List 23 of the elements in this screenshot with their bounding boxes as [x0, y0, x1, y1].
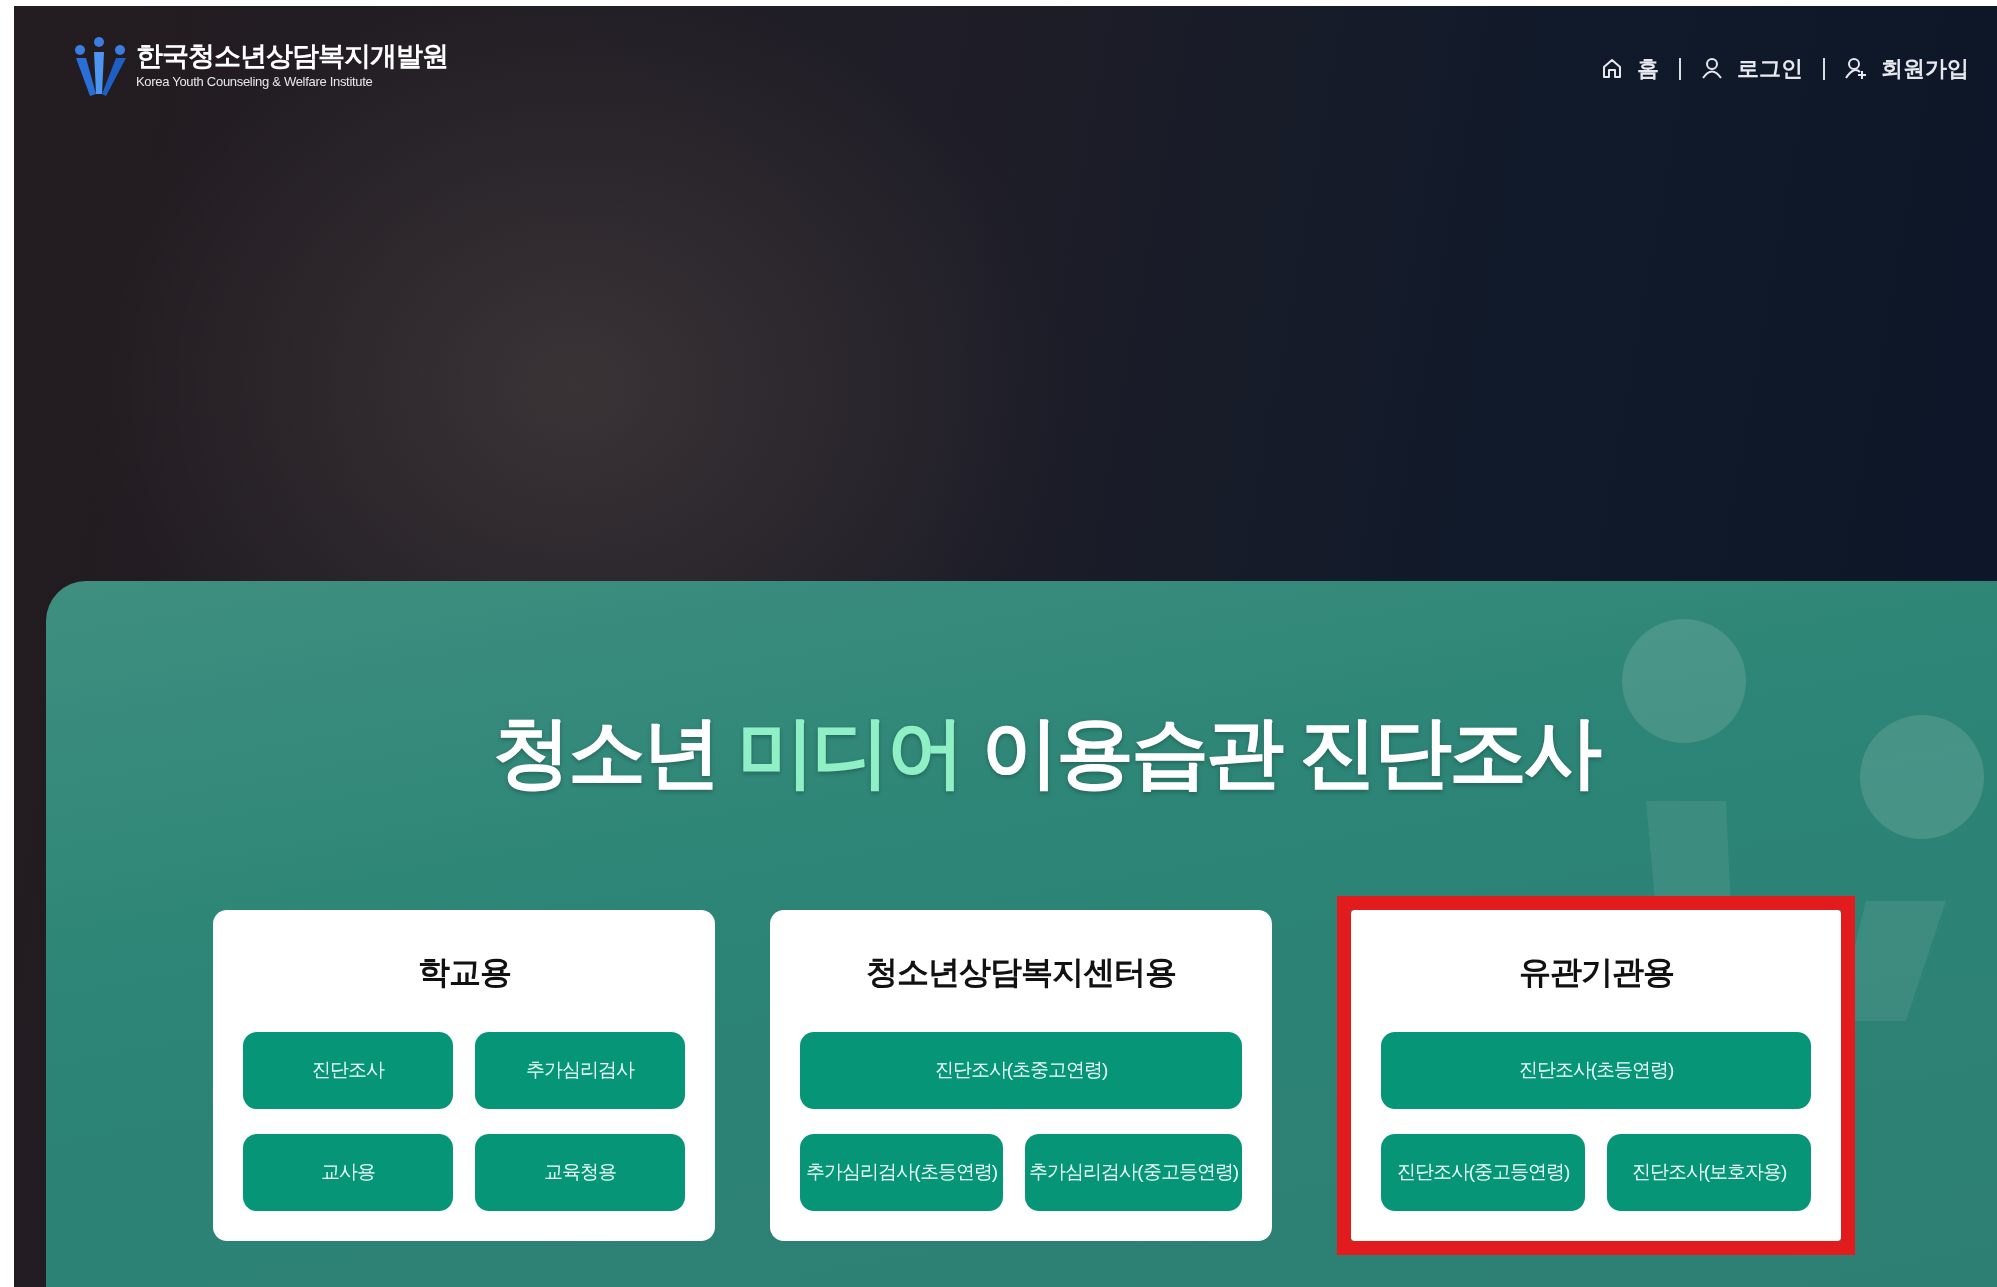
logo-icon: [72, 36, 128, 98]
survey-button[interactable]: 교육청용: [475, 1133, 685, 1211]
card-title: 유관기관용: [1517, 952, 1675, 992]
survey-button[interactable]: 추가심리검사(초등연령): [800, 1133, 1004, 1211]
survey-button[interactable]: 교사용: [243, 1133, 453, 1211]
nav-link[interactable]: 회원가입: [1845, 52, 1969, 85]
survey-button[interactable]: 진단조사: [243, 1031, 453, 1109]
survey-button[interactable]: 진단조사(초등연령): [1381, 1031, 1811, 1109]
logo-subtitle: Korea Youth Counseling & Welfare Institute: [136, 73, 374, 92]
logo-name: 한국청소년상담복지개발원: [136, 42, 448, 73]
user-add-icon: [1845, 57, 1867, 80]
nav-link[interactable]: 홈: [1601, 52, 1659, 85]
card-title: 학교용: [416, 952, 512, 992]
survey-button[interactable]: 진단조사(초중고연령): [800, 1031, 1242, 1109]
card-title: 청소년상담복지센터용: [865, 952, 1177, 992]
survey-button[interactable]: 추가심리검사(중고등연령): [1025, 1133, 1242, 1211]
home-icon: [1601, 57, 1623, 80]
page-title: 청소년 미디어 이용습관 진단조사: [492, 707, 1601, 798]
survey-button[interactable]: 진단조사(중고등연령): [1381, 1133, 1585, 1211]
survey-button[interactable]: 진단조사(보호자용): [1607, 1133, 1811, 1211]
survey-button[interactable]: 추가심리검사: [475, 1031, 685, 1109]
nav-link[interactable]: 로그인: [1701, 52, 1803, 85]
user-icon: [1701, 57, 1723, 80]
